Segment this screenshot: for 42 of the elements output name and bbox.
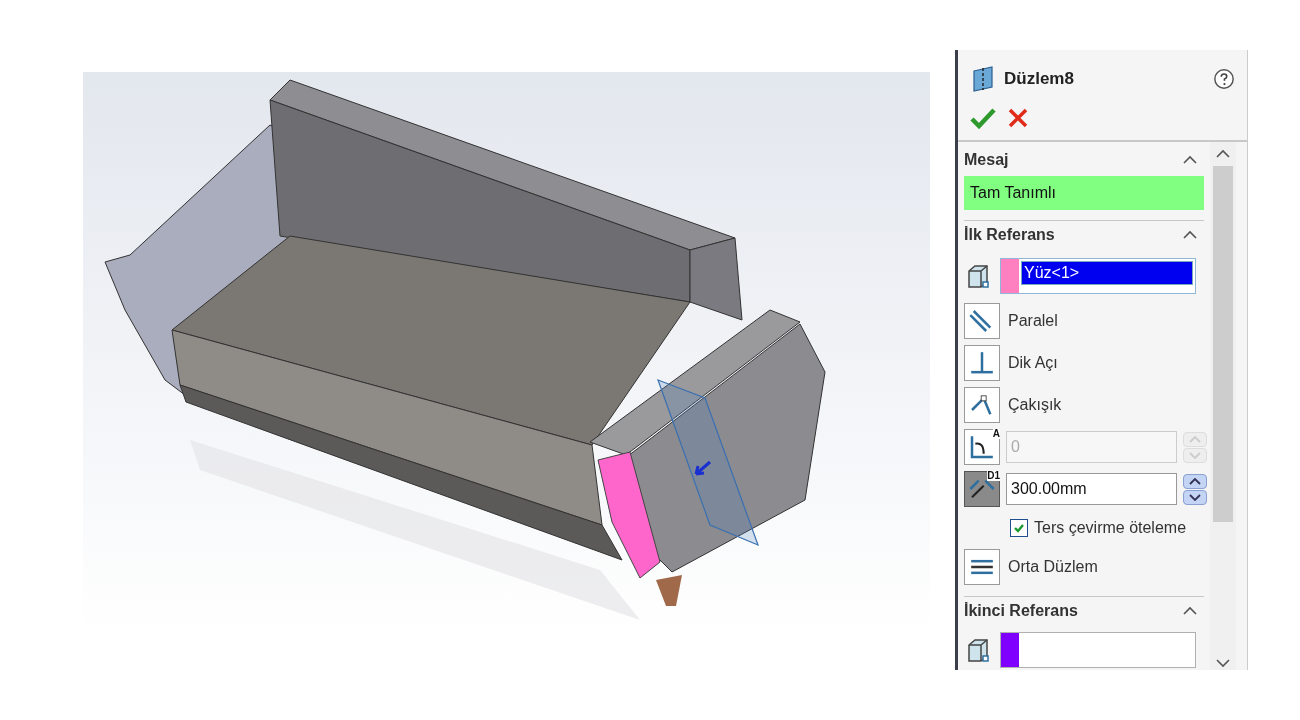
- section-title: İlk Referans: [964, 224, 1055, 245]
- collapse-caret-icon[interactable]: [1182, 155, 1198, 165]
- expand-caret-icon[interactable]: [1215, 658, 1231, 668]
- cancel-x-icon[interactable]: [1008, 108, 1028, 128]
- scrollbar[interactable]: [1210, 142, 1236, 670]
- selection-list[interactable]: Yüz<1>: [1000, 258, 1196, 294]
- face-selection-icon: [966, 637, 990, 663]
- icon-label: A: [992, 429, 1000, 439]
- face-selection-icon: [966, 263, 990, 289]
- caret-down-icon: [1189, 451, 1201, 459]
- option-label: Orta Düzlem: [1008, 557, 1098, 577]
- increment-button[interactable]: [1183, 473, 1207, 489]
- checkmark-icon: [1013, 522, 1025, 534]
- option-label: Dik Açı: [1008, 353, 1058, 373]
- help-icon[interactable]: [1213, 68, 1235, 90]
- caret-down-icon: [1189, 493, 1201, 501]
- caret-up-icon: [1189, 477, 1201, 485]
- option-toggle-button[interactable]: [964, 549, 1000, 585]
- selection-item[interactable]: Yüz<1>: [1021, 261, 1193, 285]
- option-label: Çakışık: [1008, 395, 1062, 415]
- option-toggle-button[interactable]: D1: [964, 471, 1000, 507]
- option-toggle-button[interactable]: [964, 345, 1000, 381]
- option-label: Paralel: [1008, 311, 1058, 331]
- confirm-check-icon[interactable]: [970, 107, 996, 129]
- checkbox[interactable]: [1010, 519, 1028, 537]
- option-toggle-button[interactable]: [964, 303, 1000, 339]
- section-title: Mesaj: [964, 150, 1009, 170]
- scrollbar-thumb[interactable]: [1213, 166, 1233, 522]
- collapse-caret-icon[interactable]: [1215, 149, 1231, 159]
- status-message: Tam Tanımlı: [964, 176, 1204, 210]
- section-title: İkinci Referans: [964, 600, 1078, 621]
- panel-title: Düzlem8: [1004, 68, 1074, 91]
- plane-icon: [972, 65, 994, 93]
- checkbox-label: Ters çevirme öteleme: [1034, 518, 1187, 538]
- icon-label: D1: [987, 471, 1000, 481]
- decrement-button[interactable]: [1183, 489, 1207, 505]
- collapse-caret-icon[interactable]: [1182, 229, 1198, 240]
- selection-list[interactable]: [1000, 632, 1196, 668]
- collapse-caret-icon[interactable]: [1182, 605, 1198, 616]
- caret-up-icon: [1189, 435, 1201, 443]
- option-toggle-button[interactable]: [964, 387, 1000, 423]
- value-input-field[interactable]: 300.00mm: [1006, 473, 1177, 505]
